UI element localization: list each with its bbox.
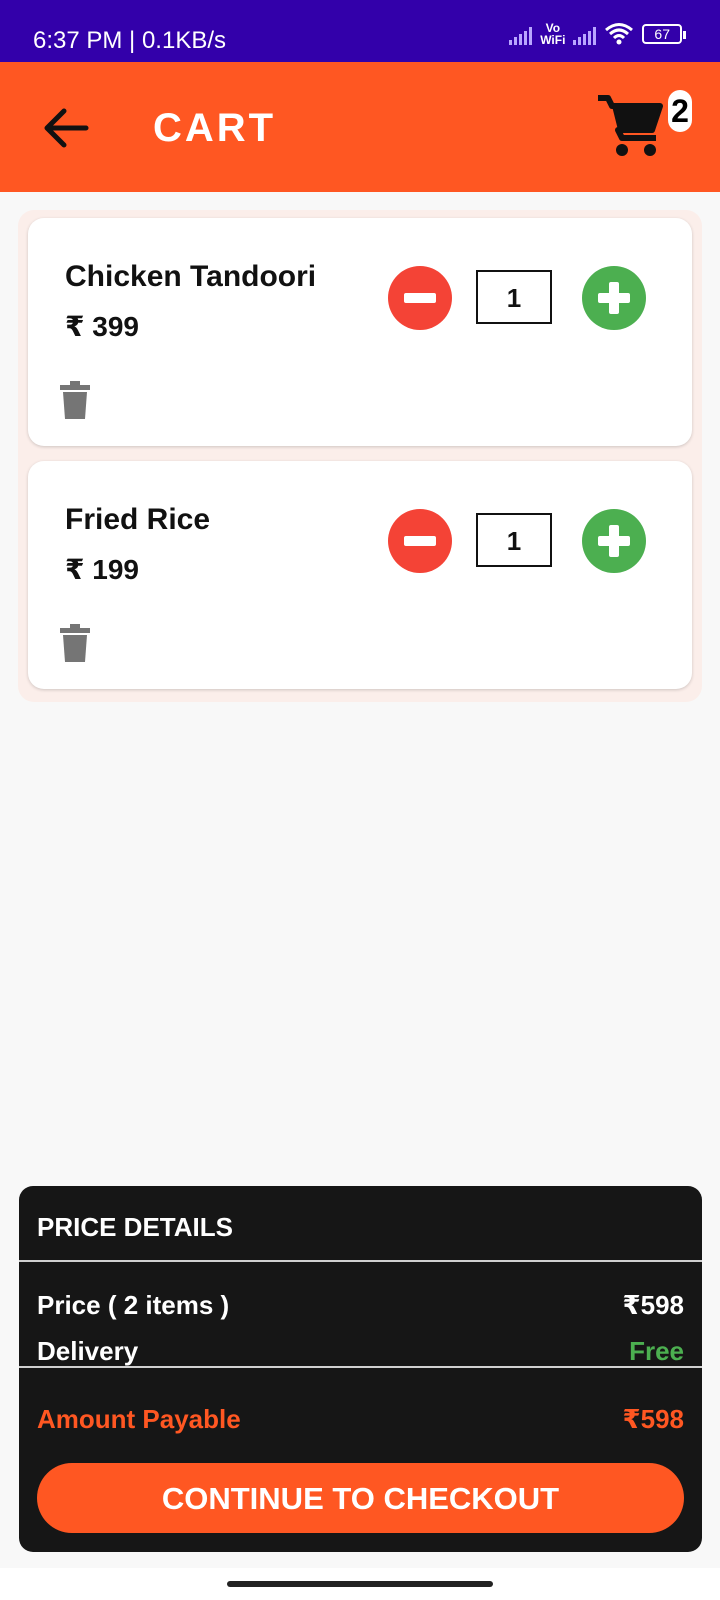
signal-icon-2 — [573, 23, 597, 45]
page-title: CART — [153, 106, 277, 150]
continue-to-checkout-button[interactable]: CONTINUE TO CHECKOUT — [37, 1463, 684, 1533]
cart-count-badge: 2 — [668, 90, 692, 132]
cart-item: Chicken Tandoori ₹ 399 1 — [28, 218, 692, 446]
price-label: Price ( 2 items ) — [37, 1290, 230, 1320]
price-value: ₹598 — [622, 1290, 684, 1320]
delivery-label: Delivery — [37, 1336, 139, 1366]
divider — [19, 1260, 702, 1262]
divider — [19, 1366, 702, 1368]
delete-icon[interactable] — [60, 381, 90, 419]
cart-list: Chicken Tandoori ₹ 399 1 Fried Rice ₹ 19… — [18, 210, 702, 702]
amount-payable-value: ₹598 — [622, 1404, 684, 1434]
home-gesture-bar[interactable] — [227, 1581, 493, 1587]
item-name: Fried Rice — [65, 503, 211, 536]
decrease-quantity-button[interactable] — [388, 266, 452, 330]
back-arrow-icon[interactable] — [38, 100, 94, 156]
item-price: ₹ 199 — [65, 554, 139, 585]
decrease-quantity-button[interactable] — [388, 509, 452, 573]
status-icons: Vo WiFi 67 — [509, 21, 686, 47]
wifi-icon — [605, 23, 634, 45]
increase-quantity-button[interactable] — [582, 266, 646, 330]
cart-item: Fried Rice ₹ 199 1 — [28, 461, 692, 689]
quantity-value: 1 — [476, 270, 552, 324]
amount-payable-label: Amount Payable — [37, 1404, 241, 1434]
quantity-value: 1 — [476, 513, 552, 567]
item-name: Chicken Tandoori — [65, 260, 317, 293]
increase-quantity-button[interactable] — [582, 509, 646, 573]
delete-icon[interactable] — [60, 624, 90, 662]
status-time: 6:37 PM | 0.1KB/s — [33, 27, 226, 54]
status-bar: 6:37 PM | 0.1KB/s Vo WiFi 67 — [0, 0, 720, 62]
signal-icon — [509, 23, 533, 45]
delivery-value: Free — [629, 1336, 684, 1366]
price-details-title: PRICE DETAILS — [37, 1212, 233, 1242]
price-details-panel: PRICE DETAILS Price ( 2 items ) ₹598 Del… — [19, 1186, 702, 1552]
item-price: ₹ 399 — [65, 311, 139, 342]
battery-icon: 67 — [642, 24, 686, 44]
app-bar: CART 2 — [0, 62, 720, 192]
vowifi-icon: Vo WiFi — [540, 21, 566, 47]
shopping-cart-icon[interactable] — [596, 92, 666, 162]
